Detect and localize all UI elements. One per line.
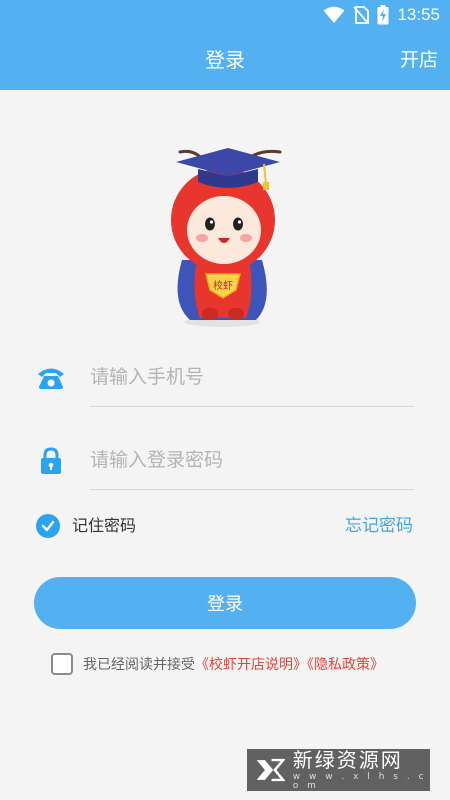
password-input[interactable] bbox=[90, 440, 414, 480]
header-bar: 13:55 登录 开店 bbox=[0, 0, 450, 90]
password-divider bbox=[90, 489, 414, 490]
store-guide-link[interactable]: 《校虾开店说明》 bbox=[195, 657, 307, 673]
phone-input[interactable] bbox=[90, 357, 414, 397]
agreement-prefix: 我已经阅读并接受 bbox=[83, 657, 195, 673]
remember-password-checkbox[interactable] bbox=[36, 514, 60, 538]
forgot-password-link[interactable]: 忘记密码 bbox=[345, 514, 413, 538]
app-bar: 登录 开店 bbox=[0, 30, 450, 90]
status-bar: 13:55 bbox=[0, 0, 450, 30]
agreement-text: 我已经阅读并接受《校虾开店说明》《隐私政策》 bbox=[83, 654, 384, 676]
lock-icon bbox=[36, 446, 66, 476]
watermark-logo-icon bbox=[256, 758, 285, 782]
watermark-text: 新绿资源网 w w w . x l h s . c o m bbox=[293, 750, 430, 791]
phone-divider bbox=[90, 406, 414, 407]
open-store-button[interactable]: 开店 bbox=[400, 30, 438, 90]
login-button[interactable]: 登录 bbox=[34, 577, 416, 629]
telephone-icon bbox=[36, 363, 66, 393]
wifi-icon bbox=[323, 6, 345, 24]
privacy-policy-link[interactable]: 《隐私政策》 bbox=[307, 657, 384, 673]
remember-row: 记住密码 忘记密码 bbox=[0, 510, 450, 546]
watermark-domain: w w w . x l h s . c o m bbox=[292, 771, 427, 791]
agreement-row: 我已经阅读并接受《校虾开店说明》《隐私政策》 bbox=[0, 652, 450, 678]
page-title: 登录 bbox=[205, 48, 245, 72]
mascot-badge: 校虾 bbox=[213, 279, 233, 292]
no-sim-icon bbox=[353, 6, 370, 24]
battery-charging-icon bbox=[377, 5, 389, 25]
status-time: 13:55 bbox=[397, 5, 440, 24]
site-watermark: 新绿资源网 w w w . x l h s . c o m bbox=[247, 749, 430, 791]
phone-row bbox=[0, 349, 450, 409]
password-row bbox=[0, 432, 450, 492]
remember-password-label: 记住密码 bbox=[72, 516, 137, 535]
watermark-name: 新绿资源网 bbox=[292, 747, 403, 772]
mascot-illustration: 校虾 bbox=[160, 142, 290, 332]
check-icon bbox=[41, 520, 55, 532]
agreement-checkbox[interactable] bbox=[51, 653, 73, 675]
